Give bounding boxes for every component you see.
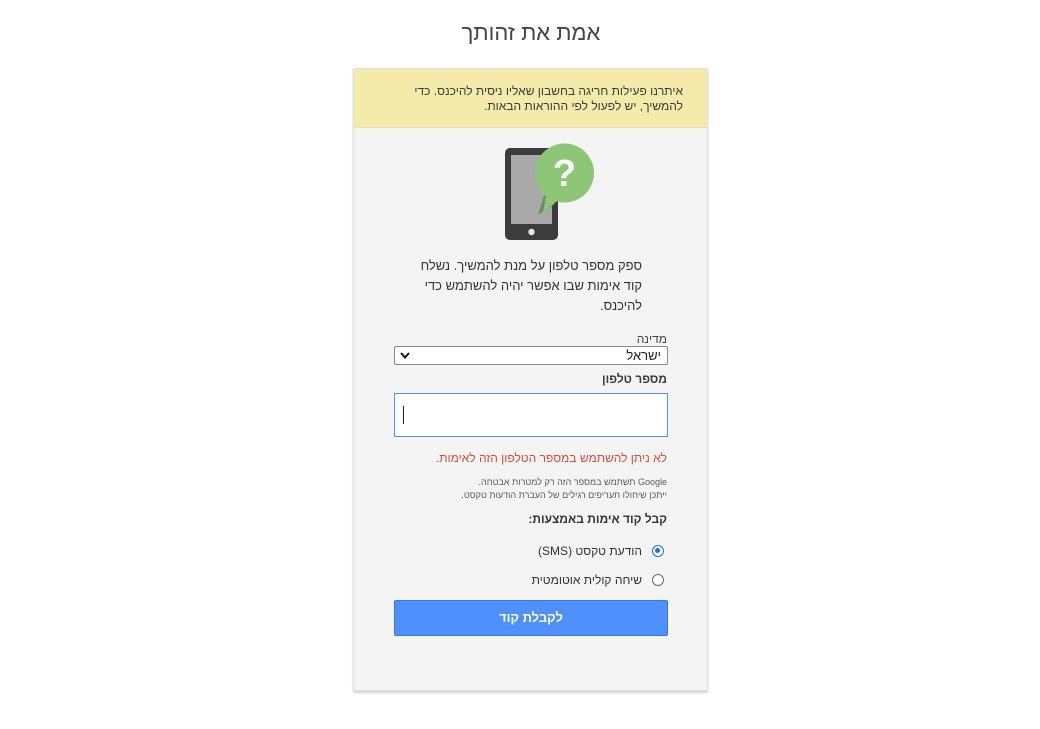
phone-input[interactable] [394,393,668,437]
method-option-voice[interactable]: שיחה קולית אוטומטית [532,573,664,587]
disclaimer-line-2: ייתכן שיחולו תעריפים רגילים של העברת הוד… [461,490,667,500]
sms-label: הודעת טקסט (SMS) [538,544,642,558]
suspicious-activity-notice: איתרנו פעילות חריגה בחשבון שאליו ניסית ל… [354,69,707,128]
text-caret [403,406,404,424]
disclaimer-line-1: Google תשתמש במספר הזה רק למטרות אבטחה. [478,477,667,487]
sms-radio[interactable] [652,545,664,557]
phone-home-button [528,228,535,236]
method-option-sms[interactable]: הודעת טקסט (SMS) [538,544,664,558]
phone-disclaimer: Google תשתמש במספר הזה רק למטרות אבטחה. … [427,476,667,502]
country-selected-value: ישראל [626,348,661,363]
voice-radio[interactable] [652,574,664,586]
instructions-text: ספק מספר טלפון על מנת להמשיך. נשלח קוד א… [420,258,642,313]
country-select[interactable]: ישראל [394,346,668,365]
phone-label: מספר טלפון [602,372,667,386]
question-mark-icon: ? [553,153,576,195]
phone-error-message: לא ניתן להשתמש במספר הטלפון הזה לאימות. [435,451,667,465]
get-code-button[interactable]: לקבלת קוד [394,600,668,636]
country-label: מדינה [636,332,667,346]
voice-label: שיחה קולית אוטומטית [531,573,642,587]
page-title: אמת את זהותך [461,20,601,45]
chevron-down-icon [400,352,410,360]
verification-card: איתרנו פעילות חריגה בחשבון שאליו ניסית ל… [353,68,708,691]
phone-question-illustration: ? [505,143,594,240]
method-heading: קבל קוד אימות באמצעות: [528,512,667,526]
